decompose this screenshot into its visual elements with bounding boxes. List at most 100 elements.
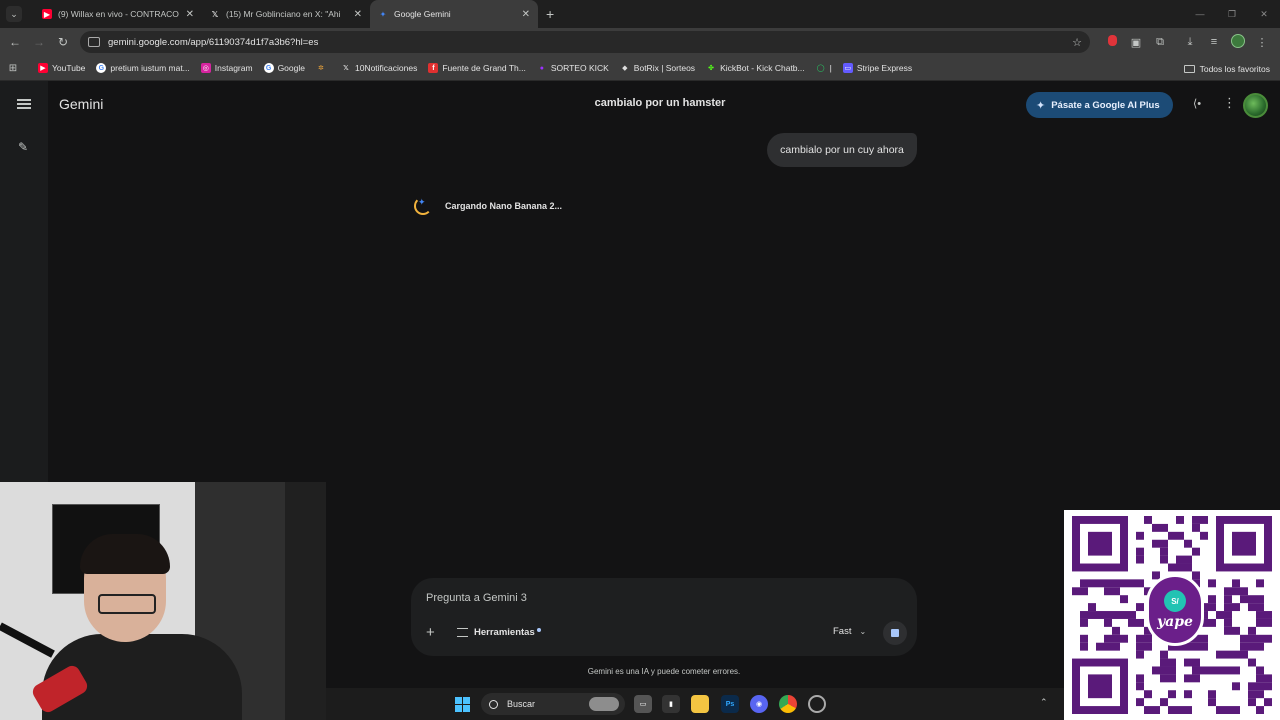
- tools-label: Herramientas: [474, 627, 535, 638]
- url-text: gemini.google.com/app/61190374d1f7a3b6?h…: [108, 36, 319, 48]
- chevron-up-icon[interactable]: ⌃: [1040, 697, 1048, 708]
- forward-icon[interactable]: →: [27, 35, 51, 49]
- bookmark-10notificaciones[interactable]: 𝕏 10Notificaciones: [341, 63, 417, 73]
- bookmark-label: BotRix | Sorteos: [633, 63, 696, 73]
- bookmark-label: pretium iustum mat...: [110, 63, 190, 73]
- profile-avatar-icon[interactable]: [1226, 33, 1250, 51]
- bookmark-sorteo-kick[interactable]: ● SORTEO KICK: [537, 63, 609, 73]
- google-icon: G: [96, 63, 107, 73]
- search-label: Buscar: [507, 699, 536, 709]
- model-label: Fast: [833, 626, 852, 637]
- avatar[interactable]: [1243, 93, 1268, 118]
- back-icon[interactable]: ←: [3, 35, 27, 49]
- maximize-icon[interactable]: ❐: [1216, 9, 1248, 20]
- diamond-icon: ◆: [622, 65, 628, 72]
- bookmark-pinwheel[interactable]: ✲: [316, 63, 330, 73]
- discord-icon[interactable]: ◉: [750, 695, 768, 713]
- new-tab-icon[interactable]: +: [546, 6, 554, 22]
- youtube-icon: ▶: [42, 9, 52, 19]
- stop-button[interactable]: [883, 621, 907, 645]
- model-selector[interactable]: Fast ⌄: [833, 626, 866, 637]
- apps-grid-icon[interactable]: ⊞: [0, 63, 26, 74]
- bookmark-label: Stripe Express: [856, 63, 913, 73]
- currency-symbol: S/: [1164, 590, 1186, 612]
- conversation-title[interactable]: cambialo por un hamster: [560, 97, 760, 109]
- bookmark-label: 10Notificaciones: [354, 63, 418, 73]
- bookmark-instagram[interactable]: ◎ Instagram: [200, 63, 253, 73]
- yape-wordmark: yape: [1157, 614, 1193, 630]
- share-icon[interactable]: ⟨•: [1193, 97, 1201, 110]
- extension-red-icon[interactable]: [1100, 35, 1124, 49]
- x-icon: 𝕏: [343, 65, 349, 72]
- download-icon[interactable]: ⤓: [1178, 36, 1202, 49]
- yape-logo: S/ yape: [1146, 574, 1204, 646]
- all-bookmarks[interactable]: Todos los favoritos: [1183, 56, 1270, 81]
- tab-title: (9) Willax en vivo - CONTRACO: [58, 9, 179, 19]
- search-icon: [489, 699, 498, 709]
- youtube-icon: ▶: [38, 63, 48, 73]
- bookmarks-bar: ⊞ ▶ YouTube G pretium iustum mat... ◎ In…: [0, 56, 1280, 81]
- bookmark-label: SORTEO KICK: [550, 63, 609, 73]
- bookmark-kickbot[interactable]: ✤ KickBot - Kick Chatb...: [706, 63, 805, 73]
- bookmark-google[interactable]: G Google: [263, 63, 305, 73]
- new-chat-icon[interactable]: ✎: [18, 140, 28, 154]
- file-explorer-icon[interactable]: [691, 695, 709, 713]
- close-icon[interactable]: ✕: [522, 9, 530, 20]
- bookmark-youtube[interactable]: ▶ YouTube: [38, 63, 85, 73]
- bookmark-label: Fuente de Grand Th...: [442, 63, 526, 73]
- bookmark-botrix[interactable]: ◆ BotRix | Sorteos: [620, 63, 695, 73]
- app-icon[interactable]: ▮: [662, 695, 680, 713]
- reload-icon[interactable]: ↻: [51, 35, 75, 49]
- close-icon[interactable]: ✕: [186, 9, 194, 20]
- menu-icon[interactable]: [17, 99, 31, 109]
- taskbar-search[interactable]: Buscar: [481, 693, 625, 715]
- prompt-composer: + Herramientas Fast ⌄: [411, 578, 917, 656]
- tab-search-button[interactable]: ⌄: [6, 6, 22, 22]
- user-message: cambialo por un cuy ahora: [767, 133, 917, 167]
- minimize-icon[interactable]: —: [1184, 9, 1216, 19]
- windows-taskbar: Buscar ▭ ▮ Ps ◉ ⌃: [326, 688, 1064, 720]
- more-options-icon[interactable]: ⋮: [1223, 95, 1236, 111]
- browser-tab-1[interactable]: ▶ (9) Willax en vivo - CONTRACO ✕: [34, 0, 202, 28]
- bookmark-pretium[interactable]: G pretium iustum mat...: [96, 63, 190, 73]
- tools-button[interactable]: Herramientas: [457, 627, 541, 638]
- bookmark-stripe[interactable]: ▭ Stripe Express: [842, 63, 913, 73]
- upgrade-label: Pásate a Google AI Plus: [1051, 99, 1160, 111]
- instagram-icon: ◎: [200, 63, 211, 73]
- x-icon: 𝕏: [211, 9, 219, 19]
- close-icon[interactable]: ✕: [354, 9, 362, 20]
- upgrade-button[interactable]: ✦ Pásate a Google AI Plus: [1026, 92, 1173, 118]
- folder-icon: [1183, 64, 1195, 73]
- taskview-icon[interactable]: ▭: [634, 695, 652, 713]
- reading-list-icon[interactable]: ≡: [1202, 36, 1226, 48]
- bookmark-whatsapp[interactable]: ◯ |: [816, 63, 832, 73]
- prompt-input[interactable]: [426, 592, 866, 604]
- bookmark-fuente[interactable]: f Fuente de Grand Th...: [428, 63, 526, 73]
- address-bar[interactable]: gemini.google.com/app/61190374d1f7a3b6?h…: [80, 31, 1090, 53]
- font-icon: f: [428, 63, 439, 73]
- extension-icon[interactable]: ▣: [1124, 36, 1148, 49]
- notification-dot: [536, 627, 541, 632]
- all-bookmarks-label: Todos los favoritos: [1199, 63, 1270, 74]
- app-icon[interactable]: [808, 695, 826, 713]
- site-info-icon[interactable]: [88, 37, 100, 47]
- photoshop-icon[interactable]: Ps: [721, 695, 739, 713]
- chrome-icon[interactable]: [779, 695, 797, 713]
- tab-title: (15) Mr Goblinciano en X: "Ahi: [226, 9, 341, 19]
- toolbar-actions: ▣ ⧉ ⤓ ≡ ⋮: [1100, 28, 1274, 56]
- tab-strip: ⌄ ▶ (9) Willax en vivo - CONTRACO ✕ 𝕏 (1…: [0, 0, 1280, 28]
- disclaimer: Gemini es una IA y puede cometer errores…: [587, 667, 741, 676]
- add-attachment-icon[interactable]: +: [426, 624, 435, 641]
- gemini-spinner-icon: [414, 197, 432, 215]
- browser-tab-3[interactable]: ✦ Google Gemini ✕: [370, 0, 538, 28]
- browser-tab-2[interactable]: 𝕏 (15) Mr Goblinciano en X: "Ahi ✕: [202, 0, 370, 28]
- bookmark-star-icon[interactable]: ☆: [1072, 36, 1082, 49]
- app-brand: Gemini: [59, 96, 104, 112]
- tab-title: Google Gemini: [394, 9, 451, 19]
- close-window-icon[interactable]: ✕: [1248, 9, 1280, 20]
- browser-toolbar: ← → ↻ gemini.google.com/app/61190374d1f7…: [0, 28, 1280, 56]
- windows-start-icon[interactable]: [455, 697, 470, 712]
- search-highlight-image: [589, 697, 619, 711]
- extensions-puzzle-icon[interactable]: ⧉: [1148, 36, 1172, 49]
- browser-menu-icon[interactable]: ⋮: [1250, 36, 1274, 49]
